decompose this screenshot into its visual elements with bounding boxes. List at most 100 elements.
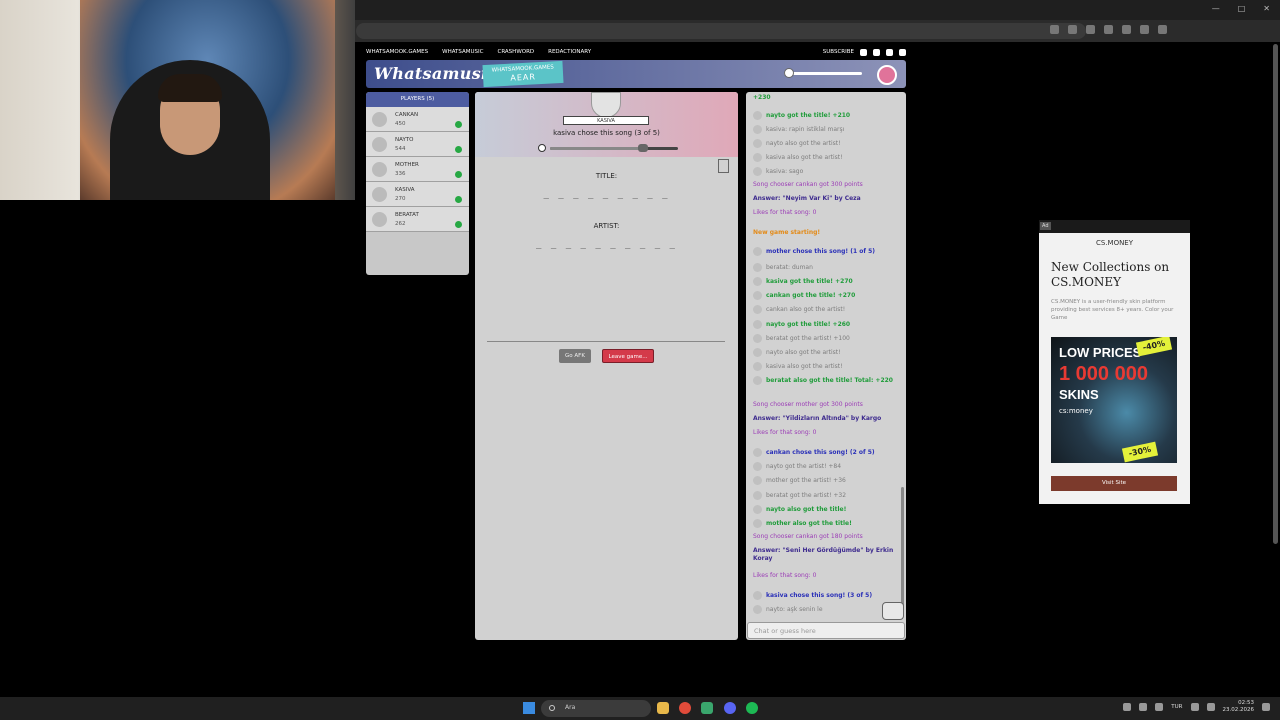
chat-scrollbar[interactable]	[901, 487, 904, 617]
chat-message: kasiva got the title! +270	[753, 277, 898, 286]
volume-slider-knob[interactable]	[784, 68, 794, 78]
star-icon[interactable]	[1068, 25, 1077, 34]
bookmark-icon[interactable]	[718, 159, 729, 173]
clock[interactable]: 02:53 23.02.2026	[1223, 700, 1255, 714]
ad-image-logo: cs:money	[1059, 407, 1093, 415]
player-name: CANKAN	[395, 112, 419, 118]
wifi-icon[interactable]	[1190, 703, 1199, 711]
volume-slider-track[interactable]	[784, 72, 862, 75]
chooser-name-banner: KASIVA	[563, 116, 649, 125]
user-avatar-icon	[753, 305, 762, 314]
translate-icon[interactable]	[1050, 25, 1059, 34]
twitter-icon[interactable]	[860, 48, 867, 56]
profile-icon[interactable]	[1158, 25, 1167, 34]
chat-message: beratat also got the title! Total: +220	[753, 376, 898, 385]
chat-message: nayto got the title! +260	[753, 320, 898, 329]
system-tray: TUR 02:53 23.02.2026	[1123, 700, 1270, 714]
chat-message-text: beratat got the artist! +32	[766, 492, 847, 499]
check-icon	[455, 221, 462, 228]
check-icon	[455, 121, 462, 128]
chat-message: mother chose this song! (1 of 5)	[753, 247, 898, 256]
user-avatar-icon	[753, 263, 762, 272]
extension-icon[interactable]	[1086, 25, 1095, 34]
user-avatar-icon	[753, 111, 762, 120]
chat-message: kasiva also got the artist!	[753, 153, 898, 162]
chat-message-text: beratat: duman	[766, 264, 813, 271]
ad-title[interactable]: New Collections on CS.MONEY	[1051, 260, 1181, 290]
chat-message-text: kasiva also got the artist!	[766, 363, 843, 370]
language-indicator[interactable]: TUR	[1171, 704, 1182, 710]
nav-link-whatsamook[interactable]: WHATSAMOOK.GAMES	[366, 49, 428, 55]
player-points: 270	[395, 196, 406, 202]
chat-message-text: Likes for that song: 0	[753, 209, 817, 216]
discord-icon[interactable]	[724, 702, 736, 714]
visit-site-button[interactable]: Visit Site	[1051, 476, 1177, 491]
chat-message-text: Song chooser cankan got 180 points	[753, 533, 863, 540]
play-pause-button[interactable]	[538, 144, 546, 152]
chooser-avatar	[591, 92, 621, 118]
clock-time: 02:53	[1238, 700, 1254, 706]
spotify-icon[interactable]	[746, 702, 758, 714]
instagram-icon[interactable]	[873, 48, 880, 56]
chat-message-text: mother got the artist! +36	[766, 477, 846, 484]
artist-label: ARTIST:	[593, 222, 620, 230]
user-avatar-icon	[753, 334, 762, 343]
user-avatar-icon	[753, 491, 762, 500]
player-row: MOTHER 336	[366, 157, 469, 182]
maximize-icon[interactable]: □	[1238, 4, 1246, 13]
chat-message-text: cankan also got the artist!	[766, 306, 846, 313]
chat-message: nayto also got the artist!	[753, 139, 898, 148]
hamburger-menu-button[interactable]	[877, 65, 897, 85]
chat-message-text: nayto got the title! +260	[766, 321, 851, 328]
discord-icon[interactable]	[899, 48, 906, 56]
tiktok-icon[interactable]	[886, 48, 893, 56]
close-icon[interactable]: ✕	[1263, 4, 1270, 13]
chevron-up-icon[interactable]	[1123, 703, 1132, 711]
extension-icon[interactable]	[1104, 25, 1113, 34]
user-avatar-icon	[753, 291, 762, 300]
go-afk-button[interactable]: Go AFK	[559, 349, 591, 363]
chrome-icon[interactable]	[679, 702, 691, 714]
chat-message: Song chooser cankan got 300 points	[753, 181, 898, 189]
title-blanks: _ _ _ _ _ _ _ _ _	[543, 190, 670, 200]
windows-start-icon[interactable]	[523, 702, 535, 714]
whatsamusic-logo[interactable]: Whatsamusic	[374, 64, 497, 83]
chat-message: kasiva chose this song! (3 of 5)	[753, 591, 898, 600]
chat-input[interactable]: Chat or guess here	[747, 622, 905, 639]
user-avatar-icon	[753, 139, 762, 148]
page-scrollbar[interactable]	[1273, 44, 1278, 544]
player-points: 336	[395, 171, 406, 177]
advertisement[interactable]: Ad CS.MONEY New Collections on CS.MONEY …	[1039, 220, 1190, 504]
nav-link-whatsamusic[interactable]: WHATSAMUSIC	[442, 49, 483, 55]
player-name: KASIVA	[395, 187, 415, 193]
room-code-badge[interactable]: WHATSAMOOK.GAMES AEAR	[482, 60, 564, 88]
chat-message: Song chooser cankan got 180 points	[753, 533, 898, 541]
extension-icon[interactable]	[1140, 25, 1149, 34]
nav-link-redactionary[interactable]: REDACTIONARY	[548, 49, 591, 55]
chat-message: kasiva also got the artist!	[753, 362, 898, 371]
subscribe-link[interactable]: SUBSCRIBE	[823, 49, 854, 55]
nav-link-crashword[interactable]: CRASHWORD	[497, 49, 534, 55]
chat-message-text: nayto: aşk senin le	[766, 606, 823, 613]
user-avatar-icon	[753, 605, 762, 614]
chat-send-button[interactable]	[882, 602, 904, 620]
ad-image[interactable]: LOW PRICES 1 000 000 SKINS cs:money -40%…	[1051, 337, 1177, 463]
minimize-icon[interactable]: —	[1212, 4, 1220, 13]
divider	[487, 341, 725, 342]
speaker-icon[interactable]	[1206, 703, 1215, 711]
chat-message-text: kasiva: rapin istiklal marşı	[766, 126, 845, 133]
extension-icon[interactable]	[1122, 25, 1131, 34]
network-icon[interactable]	[1139, 703, 1148, 711]
file-explorer-icon[interactable]	[657, 702, 669, 714]
chat-message-text: Answer: "Seni Her Gördüğümde" by Erkin K…	[753, 547, 894, 562]
usb-icon[interactable]	[1155, 703, 1164, 711]
taskbar-search[interactable]: Ara	[541, 700, 651, 717]
address-bar[interactable]	[356, 23, 1086, 39]
user-avatar-icon	[753, 348, 762, 357]
player-row: BERATAT 262	[366, 207, 469, 232]
app-icon[interactable]	[701, 702, 713, 714]
notification-icon[interactable]	[1262, 703, 1270, 711]
leave-game-button[interactable]: Leave game...	[602, 349, 654, 363]
player-points: 544	[395, 146, 406, 152]
player-row: CANKAN 450	[366, 107, 469, 132]
